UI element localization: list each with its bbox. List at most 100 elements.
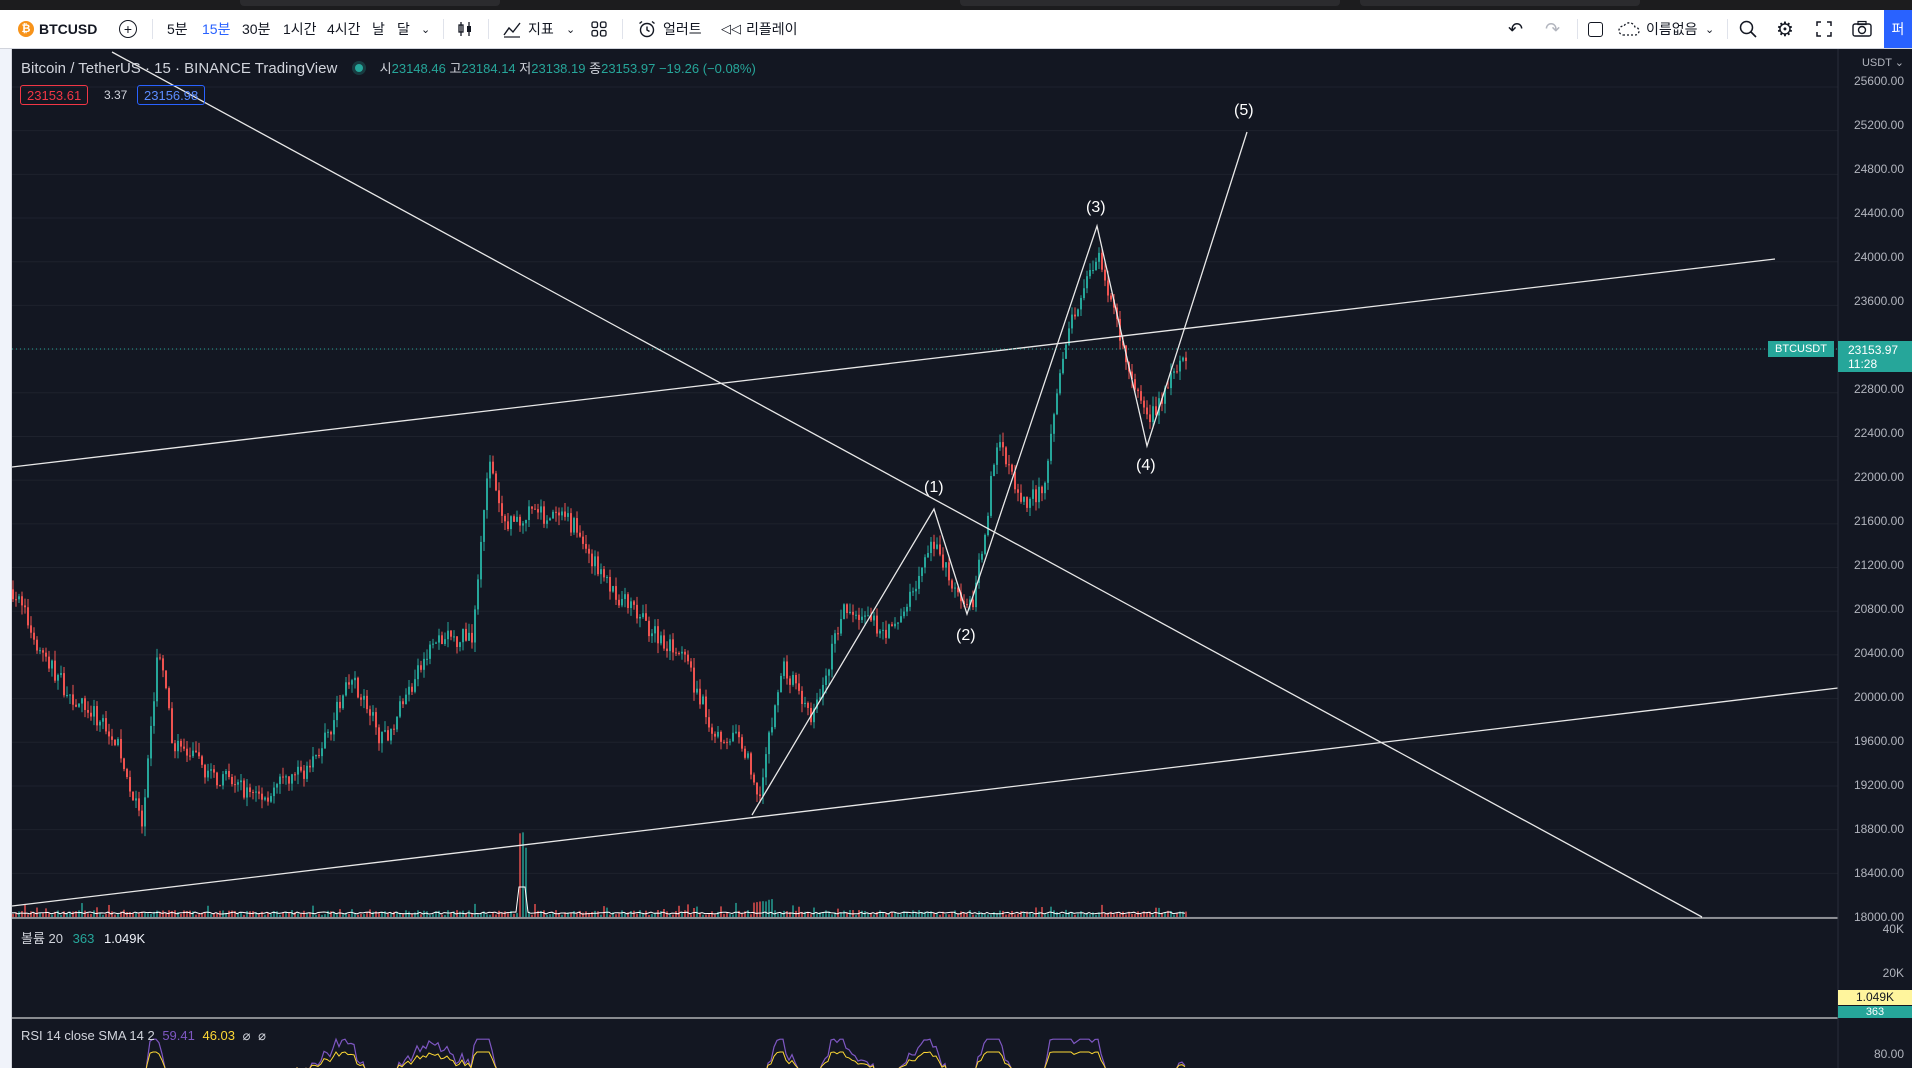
volume-bar: [762, 901, 764, 917]
interval-month[interactable]: 달: [397, 10, 410, 48]
candle-body: [924, 557, 926, 568]
candle-body: [48, 656, 50, 669]
candle-body: [771, 727, 773, 733]
volume-bar: [87, 913, 89, 917]
candle-body: [636, 604, 638, 619]
candle-body: [570, 513, 572, 533]
candle-body: [279, 776, 281, 785]
indicators-dropdown[interactable]: ⌄: [566, 10, 575, 48]
interval-4h[interactable]: 4시간: [327, 10, 361, 48]
candle-body: [420, 665, 422, 670]
fullscreen-toggle-button[interactable]: [1588, 10, 1603, 48]
indicators-button[interactable]: 지표: [502, 10, 554, 48]
candle-body: [225, 771, 227, 775]
candle-body: [381, 731, 383, 744]
candle-body: [438, 635, 440, 643]
candle-body: [666, 648, 668, 652]
interval-15m[interactable]: 15분: [202, 10, 230, 48]
current-price-tag: 23153.97 11:28: [1838, 341, 1912, 372]
publish-button[interactable]: 퍼: [1884, 10, 1912, 48]
layout-name-button[interactable]: 이름없음: [1618, 10, 1698, 48]
interval-day[interactable]: 날: [372, 10, 385, 48]
chart-area[interactable]: [12, 49, 1912, 1068]
volume-bar: [1119, 913, 1121, 917]
buy-price-box[interactable]: 23156.98: [137, 85, 206, 105]
volume-bar: [504, 911, 506, 917]
volume-bar: [891, 911, 893, 917]
candle-body: [699, 688, 701, 705]
candle-body: [1140, 391, 1142, 401]
fullscreen-button[interactable]: [1815, 10, 1833, 48]
interval-5m[interactable]: 5분: [167, 10, 188, 48]
candle-body: [441, 635, 443, 644]
candle-body: [501, 503, 503, 516]
volume-bar: [1017, 913, 1019, 917]
undo-button[interactable]: ↶: [1508, 10, 1523, 48]
candle-body: [873, 615, 875, 621]
candle-body: [621, 598, 623, 606]
redo-button[interactable]: ↷: [1545, 10, 1560, 48]
volume-last-tag: 1.049K: [1838, 990, 1912, 1005]
volume-bar: [468, 910, 470, 917]
replay-button[interactable]: ◁◁ 리플레이: [721, 10, 798, 48]
candle-body: [546, 520, 548, 524]
volume-bar: [27, 914, 29, 917]
volume-bar: [732, 914, 734, 917]
volume-bar: [39, 912, 41, 917]
candle-body: [768, 732, 770, 755]
alert-button[interactable]: 얼러트: [637, 10, 702, 48]
interval-dropdown[interactable]: ⌄: [421, 10, 430, 48]
search-button[interactable]: [1738, 10, 1758, 48]
candle-body: [987, 515, 989, 536]
candle-body: [753, 774, 755, 783]
candle-body: [504, 515, 506, 522]
volume-bar: [705, 914, 707, 917]
interval-1h[interactable]: 1시간: [283, 10, 317, 48]
candle-body: [696, 688, 698, 693]
candle-body: [474, 609, 476, 643]
price-tick: 24800.00: [1853, 162, 1904, 176]
volume-name: 볼륨: [21, 931, 45, 946]
interval-30m[interactable]: 30분: [242, 10, 270, 48]
candle-body: [510, 516, 512, 530]
candle-body: [1071, 314, 1073, 329]
current-symbol-tag: BTCUSDT: [1768, 341, 1834, 357]
candle-body: [585, 543, 587, 549]
volume-bar: [279, 914, 281, 917]
compare-add-button[interactable]: +: [119, 10, 137, 48]
candle-body: [201, 756, 203, 765]
indicators-icon: [503, 22, 521, 38]
candle-body: [255, 791, 257, 793]
templates-button[interactable]: [590, 10, 608, 48]
chart-type-button[interactable]: [456, 10, 474, 48]
candle-body: [1056, 393, 1058, 415]
candle-body: [1077, 309, 1079, 317]
alarm-clock-icon: [639, 20, 655, 38]
candle-body: [366, 695, 368, 710]
candle-body: [792, 674, 794, 685]
volume-bar: [429, 914, 431, 917]
volume-bar: [822, 912, 824, 917]
volume-bar: [471, 913, 473, 917]
candle-body: [1020, 492, 1022, 502]
symbol-search-button[interactable]: ₿ BTCUSD: [18, 10, 97, 48]
candle-body: [789, 678, 791, 685]
volume-bar: [21, 910, 23, 917]
candle-body: [525, 519, 527, 524]
volume-bar: [1041, 907, 1043, 917]
candle-body: [735, 731, 737, 733]
volume-bar: [690, 914, 692, 917]
axis-currency[interactable]: USDT ⌄: [1862, 56, 1904, 69]
settings-button[interactable]: ⚙: [1776, 10, 1794, 48]
snapshot-button[interactable]: [1851, 10, 1873, 48]
layout-dropdown[interactable]: ⌄: [1705, 10, 1714, 48]
volume-bar: [24, 904, 26, 917]
candle-body: [192, 750, 194, 757]
volume-bar: [1059, 914, 1061, 917]
volume-bar: [735, 902, 737, 917]
candle-body: [711, 727, 713, 734]
candle-body: [1032, 489, 1034, 499]
candle-body: [885, 629, 887, 638]
symbol-title[interactable]: Bitcoin / TetherUS: [21, 60, 141, 77]
sell-price-box[interactable]: 23153.61: [20, 85, 89, 105]
